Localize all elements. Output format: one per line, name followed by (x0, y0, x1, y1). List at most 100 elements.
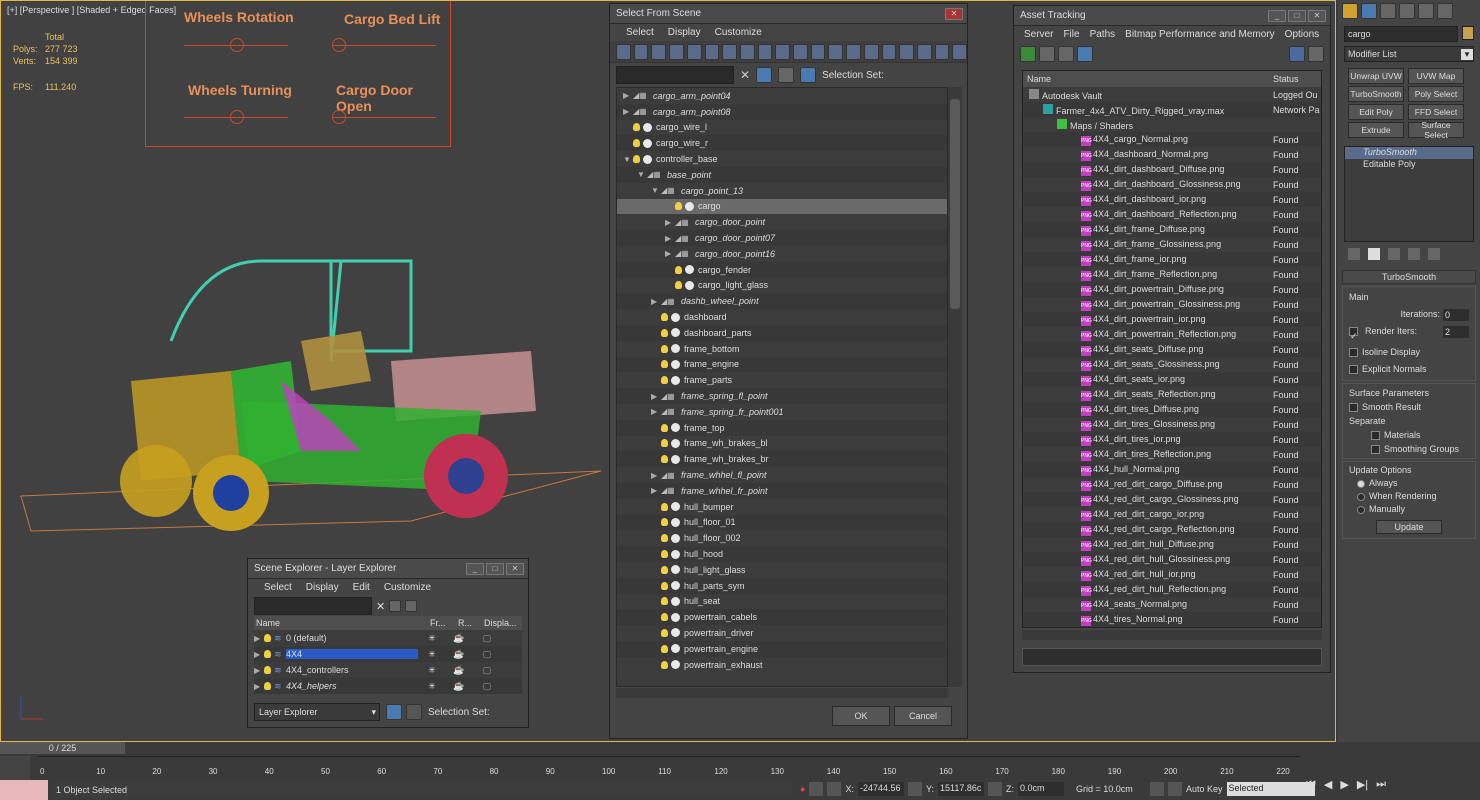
asset-file-row[interactable]: PNG4X4_red_dirt_hull_ior.png Found (1023, 567, 1321, 582)
asset-file-row[interactable]: PNG4X4_dashboard_Normal.png Found (1023, 147, 1321, 162)
asset-file-row[interactable]: PNG4X4_dirt_frame_Diffuse.png Found (1023, 222, 1321, 237)
expand-right-icon[interactable]: ▶ (623, 91, 633, 100)
modify-tab-icon[interactable] (1361, 3, 1377, 19)
menu-item[interactable]: Customize (384, 582, 431, 593)
asset-file-row[interactable]: PNG4X4_dirt_dashboard_Reflection.png Foun… (1023, 207, 1321, 222)
toolbar-filter-icon[interactable] (686, 43, 702, 60)
light-bulb-icon[interactable] (661, 313, 668, 322)
display-box-icon[interactable]: ▢ (472, 649, 502, 660)
expand-right-icon[interactable]: ▶ (254, 666, 264, 675)
cancel-button[interactable]: Cancel (894, 706, 952, 726)
materials-checkbox[interactable] (1371, 431, 1380, 441)
ok-button[interactable]: OK (832, 706, 890, 726)
scene-list-item[interactable]: frame_engine (617, 356, 947, 373)
menu-item[interactable]: Server (1024, 29, 1053, 40)
wheels-turning-knob[interactable] (230, 110, 244, 124)
render-iters-checkbox[interactable]: ✓ (1349, 327, 1358, 341)
track-bar[interactable]: 0 10 20 30 40 50 60 70 80 90 100 110 120 130 140 150 160… (38, 756, 1300, 780)
scene-list-item[interactable]: ▶ ◢▦ dashb_wheel_point (617, 293, 947, 310)
manually-radio[interactable] (1357, 505, 1365, 514)
create-tab-icon[interactable] (1342, 3, 1358, 19)
scene-list-item[interactable]: hull_seat (617, 594, 947, 610)
asset-row[interactable]: Maps / Shaders (1023, 117, 1321, 132)
asset-row[interactable]: Farmer_4x4_ATV_Dirty_Rigged_vray.max Netw… (1023, 102, 1321, 117)
menu-item[interactable]: Display (668, 27, 701, 38)
display-box-icon[interactable]: ▢ (472, 665, 502, 676)
display-tab-icon[interactable] (1418, 3, 1434, 19)
scene-list-item[interactable]: ▶ ◢▦ cargo_door_point16 (617, 246, 947, 262)
layer-add-icon[interactable] (405, 600, 418, 612)
scene-list-item[interactable]: ▼ ◢▦ cargo_point_13 (617, 183, 947, 199)
asset-file-row[interactable]: PNG4X4_dirt_powertrain_Diffuse.png Found (1023, 282, 1321, 297)
asset-file-row[interactable]: PNG4X4_dirt_seats_ior.png Found (1023, 372, 1321, 387)
expand-right-icon[interactable]: ▶ (665, 234, 675, 243)
light-bulb-icon[interactable] (661, 518, 668, 527)
turbosmooth-rollout-header[interactable]: TurboSmooth (1342, 270, 1476, 284)
maximize-icon[interactable]: □ (486, 562, 504, 575)
hierarchy-icon[interactable] (406, 704, 422, 720)
light-bulb-icon[interactable] (661, 328, 668, 337)
sfs-scroll-thumb[interactable] (950, 99, 960, 309)
scene-list-item[interactable]: hull_floor_002 (617, 530, 947, 546)
asset-file-row[interactable]: PNG4X4_red_dirt_hull_Diffuse.png Found (1023, 537, 1321, 552)
key-filter-dropdown[interactable]: Selected (1226, 782, 1315, 796)
close-icon[interactable]: ✕ (506, 562, 524, 575)
smooth-result-checkbox[interactable] (1349, 403, 1358, 413)
hierarchy-tab-icon[interactable] (1380, 3, 1396, 19)
when-rendering-radio[interactable] (1357, 492, 1365, 501)
minimize-icon[interactable]: _ (1268, 9, 1286, 22)
z-coordinate[interactable]: 0.0cm (1017, 782, 1064, 796)
minimize-icon[interactable]: _ (466, 562, 484, 575)
toolbar-filter-icon[interactable] (775, 43, 791, 60)
make-unique-icon[interactable] (1388, 248, 1400, 260)
scene-list-item[interactable]: ▶ ◢▦ frame_spring_fr_point001 (617, 404, 947, 420)
scene-list-item[interactable]: frame_top (617, 419, 947, 436)
scene-list-item[interactable]: cargo (617, 198, 947, 215)
se-col-freeze[interactable]: Fr... (430, 618, 458, 628)
light-bulb-icon[interactable] (661, 581, 668, 590)
key-icon[interactable] (1167, 782, 1182, 796)
scene-list-item[interactable]: powertrain_cabels (617, 609, 947, 626)
sfs-vertical-scrollbar[interactable] (948, 87, 962, 687)
expand-right-icon[interactable]: ▶ (651, 297, 661, 306)
motion-tab-icon[interactable] (1399, 3, 1415, 19)
toolbar-filter-icon[interactable] (704, 43, 720, 60)
light-bulb-icon[interactable] (661, 597, 668, 606)
toolbar-filter-icon[interactable] (616, 43, 631, 60)
expand-right-icon[interactable]: ▶ (254, 682, 264, 691)
se-col-name[interactable]: Name (254, 618, 430, 628)
toolbar-filter-icon[interactable] (881, 43, 897, 60)
modifier-stack-item[interactable]: TurboSmooth (1345, 147, 1473, 159)
maximize-icon[interactable]: □ (1288, 9, 1306, 22)
expand-right-icon[interactable]: ▶ (651, 407, 661, 416)
close-icon[interactable]: ✕ (1308, 9, 1326, 22)
asset-file-row[interactable]: PNG4X4_red_dirt_cargo_ior.png Found (1023, 507, 1321, 522)
render-teapot-icon[interactable]: ☕ (446, 681, 472, 692)
menu-item[interactable]: Select (626, 27, 654, 38)
expand-right-icon[interactable]: ▶ (651, 392, 661, 401)
asset-file-row[interactable]: PNG4X4_hull_Normal.png Found (1023, 462, 1321, 477)
modifier-button[interactable]: Unwrap UVW (1348, 68, 1404, 84)
light-bulb-icon[interactable] (264, 682, 271, 690)
auto-key-button[interactable]: Auto Key (1186, 784, 1223, 794)
layers-icon[interactable] (778, 67, 795, 83)
asset-file-row[interactable]: PNG4X4_red_dirt_cargo_Diffuse.png Found (1023, 477, 1321, 492)
asset-file-row[interactable]: PNG4X4_dirt_tires_Glossiness.png Found (1023, 417, 1321, 432)
se-col-render[interactable]: R... (458, 618, 484, 628)
go-to-start-icon[interactable]: ⏮ (1306, 778, 1316, 791)
expand-right-icon[interactable]: ▶ (651, 471, 661, 480)
menu-item[interactable]: Options (1285, 29, 1319, 40)
toolbar-filter-icon[interactable] (651, 43, 667, 60)
layer-row[interactable]: ▶ ≋ 4X4_helpers ✳ ☕ ▢ (254, 678, 522, 694)
scene-list-item[interactable]: powertrain_exhaust (617, 657, 947, 673)
asset-file-row[interactable]: PNG4X4_dirt_tires_Reflection.png Found (1023, 447, 1321, 462)
modifier-button[interactable]: UVW Map (1408, 68, 1464, 84)
asset-file-row[interactable]: PNG4X4_dirt_powertrain_Reflection.png Fou… (1023, 327, 1321, 342)
toolbar-filter-icon[interactable] (739, 43, 755, 60)
light-bulb-icon[interactable] (661, 360, 668, 369)
scene-list-item[interactable]: cargo_fender (617, 261, 947, 278)
asset-file-row[interactable]: PNG4X4_dirt_seats_Reflection.png Found (1023, 387, 1321, 402)
asset-file-row[interactable]: PNG4X4_dirt_tires_ior.png Found (1023, 432, 1321, 447)
menu-item[interactable]: Customize (715, 27, 762, 38)
light-bulb-icon[interactable] (661, 344, 668, 353)
